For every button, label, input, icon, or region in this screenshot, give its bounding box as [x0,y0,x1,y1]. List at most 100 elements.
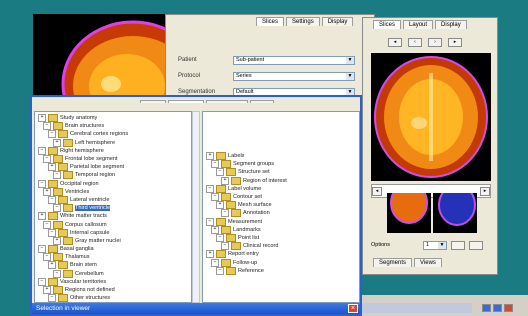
expand-toggle-icon[interactable]: − [206,217,214,226]
expand-toggle-icon[interactable]: − [211,193,219,202]
patient-select[interactable]: Sub-patient ▼ [233,55,355,65]
tree-item[interactable]: + Left hemisphere [38,138,188,147]
slice-button-a[interactable] [451,241,465,250]
tree-item[interactable]: + Gray matter nuclei [38,236,188,245]
expand-toggle-icon[interactable]: + [53,138,61,147]
tree-item[interactable]: + White matter tracts [38,212,188,221]
tree-item[interactable]: − Structure set [206,168,356,177]
tree-item[interactable]: − Brain structures [38,122,188,131]
nav-next-button[interactable]: › [428,38,442,47]
tree-item[interactable]: − Third ventricle [38,204,188,213]
tree-item[interactable]: − Frontal lobe segment [38,155,188,164]
close-icon[interactable]: × [348,304,358,313]
thumbnail-1[interactable] [387,193,431,233]
expand-toggle-icon[interactable]: + [53,236,61,245]
expand-toggle-icon[interactable]: − [43,155,51,164]
expand-toggle-icon[interactable]: − [43,122,51,131]
tree-item[interactable]: − Cerebral cortex regions [38,130,188,139]
expand-toggle-icon[interactable]: + [38,212,46,221]
tree-item[interactable]: + Landmarks [206,225,356,234]
tab-viewer-layout[interactable]: Layout [403,20,434,29]
tab-viewer-slices[interactable]: Slices [373,20,402,29]
expand-toggle-icon[interactable]: − [221,242,229,251]
expand-toggle-icon[interactable]: − [43,220,51,229]
tree-item[interactable]: − Segment groups [206,160,356,169]
expand-toggle-icon[interactable]: − [53,269,61,278]
expand-toggle-icon[interactable]: − [221,209,229,218]
tree-item[interactable]: + Brain stem [38,261,188,270]
slice-select[interactable]: 1 ▼ [423,241,447,250]
tree-item[interactable]: − Corpus callosum [38,220,188,229]
tree-tab-4[interactable] [250,100,274,103]
tree-item[interactable]: − Label volume [206,184,356,193]
tree-item[interactable]: − Thalamus [38,253,188,262]
expand-toggle-icon[interactable]: + [48,163,56,172]
tree-item[interactable]: + Study anatomy [38,114,188,123]
left-tree[interactable]: + Study anatomy − Brain structures − Cerebral… [34,111,192,303]
tree-item[interactable]: + Regions not defined [38,286,188,295]
tree-window-titlebar[interactable]: Selection in viewer [32,303,360,314]
expand-toggle-icon[interactable]: + [38,114,46,123]
expand-toggle-icon[interactable]: − [211,160,219,169]
tree-item[interactable]: − Temporal region [38,171,188,180]
tree-item[interactable]: + Report entry [206,250,356,259]
maximize-icon[interactable] [493,304,502,312]
expand-toggle-icon[interactable]: + [206,152,214,161]
expand-toggle-icon[interactable]: − [38,245,46,254]
tree-item[interactable]: − Internal capsule [38,228,188,237]
tree-item[interactable]: − Other structures [38,294,188,302]
protocol-select[interactable]: Series ▼ [233,71,355,81]
expand-toggle-icon[interactable]: + [43,187,51,196]
tree-item[interactable]: − Follow-up [206,258,356,267]
tree-item[interactable]: − Lateral ventricle [38,195,188,204]
expand-toggle-icon[interactable]: − [48,195,56,204]
thumb-scroll-right[interactable]: ▸ [480,187,490,196]
expand-toggle-icon[interactable]: − [216,233,224,242]
expand-toggle-icon[interactable]: + [221,176,229,185]
tree-item[interactable]: + Ventricles [38,187,188,196]
tab-views[interactable]: Views [414,258,442,267]
expand-toggle-icon[interactable]: − [53,171,61,180]
expand-toggle-icon[interactable]: − [211,258,219,267]
expand-toggle-icon[interactable]: + [211,225,219,234]
nav-last-button[interactable]: ▸ [448,38,462,47]
expand-toggle-icon[interactable]: − [48,294,56,302]
thumbnail-2[interactable] [433,193,477,233]
tree-item[interactable]: − Vascular territories [38,277,188,286]
tree-item[interactable]: − Measurement [206,217,356,226]
tree-item[interactable]: − Cerebellum [38,269,188,278]
tree-item[interactable]: + Parietal lobe segment [38,163,188,172]
tree-item[interactable]: − Right hemisphere [38,146,188,155]
tree-item[interactable]: + Region of interest [206,176,356,185]
tree-item[interactable]: − Contour set [206,193,356,202]
expand-toggle-icon[interactable]: − [53,204,61,213]
tree-item[interactable]: + Labels [206,152,356,161]
expand-toggle-icon[interactable]: − [38,277,46,286]
tree-tab-3[interactable] [206,100,248,103]
right-tree[interactable]: + Labels − Segment groups − Structure set + Reg… [202,111,360,303]
tree-item[interactable]: − Occipital region [38,179,188,188]
tree-item[interactable]: − Basal ganglia [38,245,188,254]
nav-prev-button[interactable]: ‹ [408,38,422,47]
tab-segments[interactable]: Segments [373,258,413,267]
taskbar-close-icon[interactable] [504,304,513,312]
expand-toggle-icon[interactable]: − [48,130,56,139]
expand-toggle-icon[interactable]: − [206,184,214,193]
tab-display[interactable]: Display [321,17,354,26]
expand-toggle-icon[interactable]: − [48,228,56,237]
tree-tab-1[interactable] [140,100,166,103]
expand-toggle-icon[interactable]: + [206,250,214,259]
nav-first-button[interactable]: ◂ [388,38,402,47]
left-tree-scrollbar[interactable] [192,111,200,303]
expand-toggle-icon[interactable]: − [216,266,224,275]
tree-item[interactable]: + Mesh surface [206,201,356,210]
thumb-scroll-left[interactable]: ◂ [372,187,382,196]
slice-button-b[interactable] [469,241,483,250]
expand-toggle-icon[interactable]: + [43,286,51,295]
tab-settings[interactable]: Settings [286,17,320,26]
tree-item[interactable]: − Clinical record [206,242,356,251]
tree-item[interactable]: − Reference [206,266,356,275]
tab-viewer-display[interactable]: Display [435,20,467,29]
tree-item[interactable]: − Point list [206,233,356,242]
minimize-icon[interactable] [482,304,491,312]
